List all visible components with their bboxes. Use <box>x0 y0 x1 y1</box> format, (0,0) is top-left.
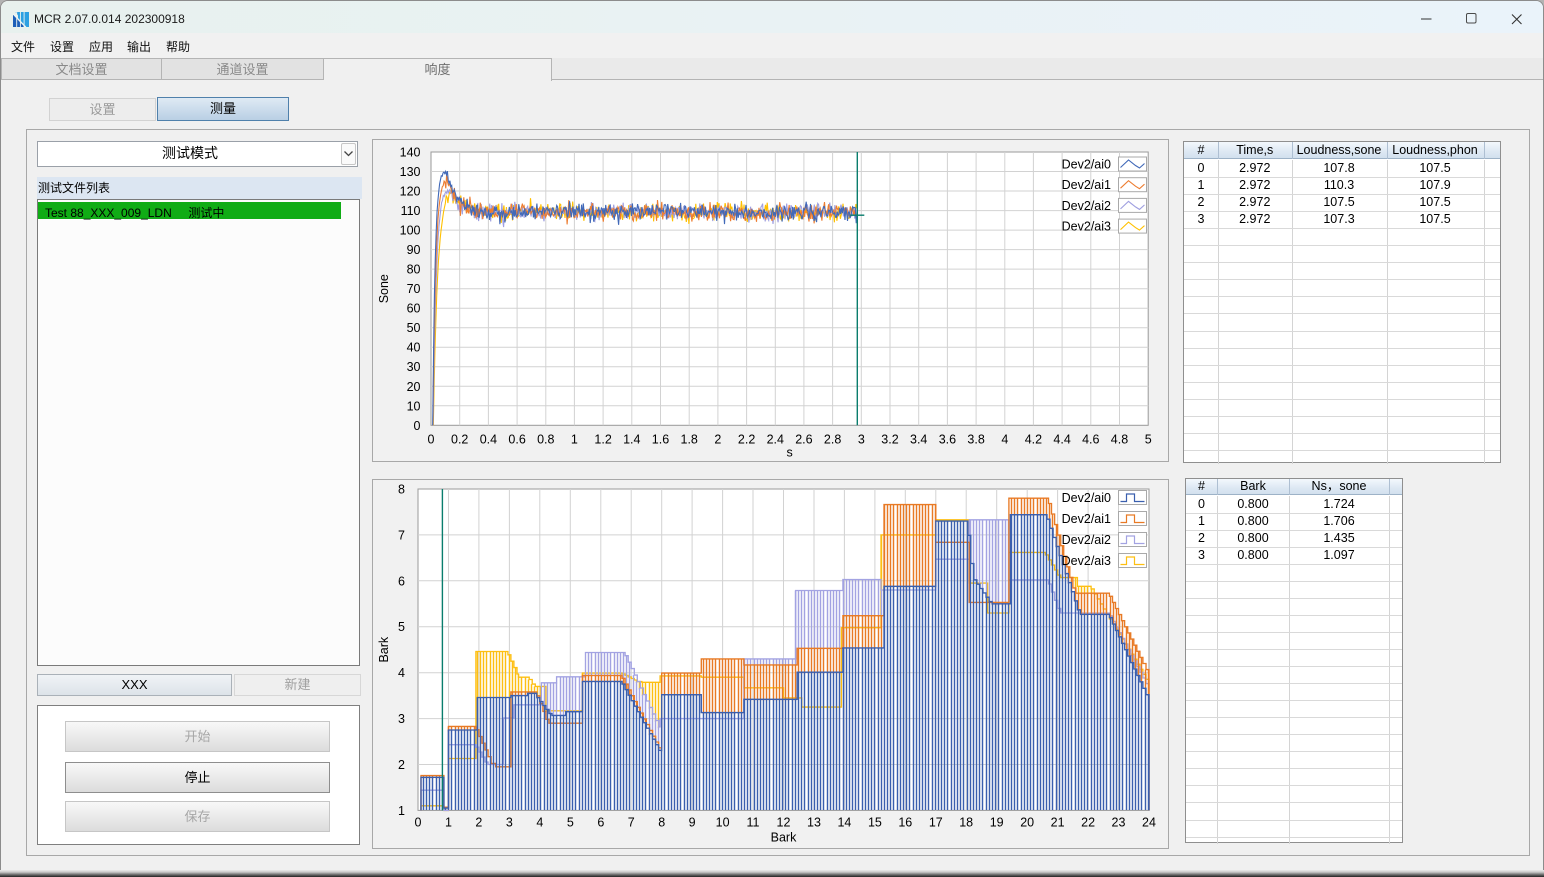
svg-text:5: 5 <box>398 620 405 634</box>
svg-text:4: 4 <box>536 815 543 829</box>
svg-text:90: 90 <box>407 243 421 257</box>
svg-text:80: 80 <box>407 263 421 277</box>
svg-text:Dev2/ai2: Dev2/ai2 <box>1062 533 1111 547</box>
svg-text:21: 21 <box>1051 815 1065 829</box>
svg-text:4: 4 <box>1001 432 1008 446</box>
svg-text:1: 1 <box>445 815 452 829</box>
svg-text:4.4: 4.4 <box>1053 432 1070 446</box>
svg-text:20: 20 <box>407 380 421 394</box>
svg-text:Dev2/ai0: Dev2/ai0 <box>1062 158 1111 172</box>
svg-text:8: 8 <box>658 815 665 829</box>
svg-text:10: 10 <box>407 399 421 413</box>
svg-text:22: 22 <box>1081 815 1095 829</box>
svg-text:3.4: 3.4 <box>910 432 927 446</box>
svg-text:110: 110 <box>401 204 421 218</box>
svg-text:4.6: 4.6 <box>1082 432 1099 446</box>
svg-text:Dev2/ai3: Dev2/ai3 <box>1062 220 1111 234</box>
svg-text:7: 7 <box>628 815 635 829</box>
svg-text:2.2: 2.2 <box>738 432 755 446</box>
svg-text:1.8: 1.8 <box>681 432 698 446</box>
svg-text:Sone: Sone <box>377 274 391 303</box>
svg-text:Bark: Bark <box>771 830 797 844</box>
svg-text:Dev2/ai2: Dev2/ai2 <box>1062 199 1111 213</box>
svg-text:0.8: 0.8 <box>537 432 554 446</box>
svg-text:3.6: 3.6 <box>939 432 956 446</box>
svg-text:3.8: 3.8 <box>967 432 984 446</box>
svg-text:8: 8 <box>398 483 405 497</box>
svg-text:30: 30 <box>407 360 421 374</box>
svg-text:120: 120 <box>400 185 421 199</box>
svg-text:6: 6 <box>597 815 604 829</box>
svg-text:24: 24 <box>1142 815 1156 829</box>
svg-text:5: 5 <box>567 815 574 829</box>
svg-text:3: 3 <box>398 712 405 726</box>
svg-text:23: 23 <box>1112 815 1126 829</box>
svg-text:Dev2/ai3: Dev2/ai3 <box>1062 554 1111 568</box>
svg-text:4.2: 4.2 <box>1025 432 1042 446</box>
svg-text:17: 17 <box>929 815 943 829</box>
svg-text:0.4: 0.4 <box>480 432 497 446</box>
svg-text:0: 0 <box>428 432 435 446</box>
svg-text:15: 15 <box>868 815 882 829</box>
svg-text:12: 12 <box>777 815 791 829</box>
svg-text:Dev2/ai1: Dev2/ai1 <box>1062 178 1111 192</box>
svg-text:0: 0 <box>414 419 421 433</box>
svg-text:4.8: 4.8 <box>1111 432 1128 446</box>
svg-text:1: 1 <box>398 804 405 818</box>
svg-text:1.4: 1.4 <box>623 432 640 446</box>
svg-text:18: 18 <box>959 815 973 829</box>
svg-text:13: 13 <box>807 815 821 829</box>
svg-text:40: 40 <box>407 341 421 355</box>
svg-text:11: 11 <box>747 815 760 829</box>
svg-text:Dev2/ai1: Dev2/ai1 <box>1062 512 1111 526</box>
svg-text:3: 3 <box>858 432 865 446</box>
svg-text:60: 60 <box>407 302 421 316</box>
svg-text:50: 50 <box>407 321 421 335</box>
svg-text:Bark: Bark <box>377 636 391 662</box>
svg-text:9: 9 <box>689 815 696 829</box>
svg-text:5: 5 <box>1145 432 1152 446</box>
svg-text:130: 130 <box>400 165 421 179</box>
svg-text:100: 100 <box>400 224 421 238</box>
svg-text:1: 1 <box>571 432 578 446</box>
svg-text:4: 4 <box>398 666 405 680</box>
svg-text:10: 10 <box>716 815 730 829</box>
svg-text:2: 2 <box>475 815 482 829</box>
svg-text:2: 2 <box>714 432 721 446</box>
svg-text:2.8: 2.8 <box>824 432 841 446</box>
svg-text:s: s <box>786 445 792 459</box>
svg-text:14: 14 <box>837 815 851 829</box>
svg-text:70: 70 <box>407 282 421 296</box>
svg-text:0: 0 <box>415 815 422 829</box>
svg-text:3.2: 3.2 <box>881 432 898 446</box>
svg-text:3: 3 <box>506 815 513 829</box>
svg-text:1.6: 1.6 <box>652 432 669 446</box>
svg-text:Dev2/ai0: Dev2/ai0 <box>1062 491 1111 505</box>
svg-text:6: 6 <box>398 574 405 588</box>
svg-text:1.2: 1.2 <box>594 432 611 446</box>
svg-text:19: 19 <box>990 815 1004 829</box>
svg-text:20: 20 <box>1020 815 1034 829</box>
svg-text:2.6: 2.6 <box>795 432 812 446</box>
svg-text:0.6: 0.6 <box>508 432 525 446</box>
svg-text:2: 2 <box>398 758 405 772</box>
svg-text:16: 16 <box>898 815 912 829</box>
svg-text:140: 140 <box>400 146 421 160</box>
svg-text:2.4: 2.4 <box>767 432 784 446</box>
svg-text:0.2: 0.2 <box>451 432 468 446</box>
svg-text:7: 7 <box>398 528 405 542</box>
